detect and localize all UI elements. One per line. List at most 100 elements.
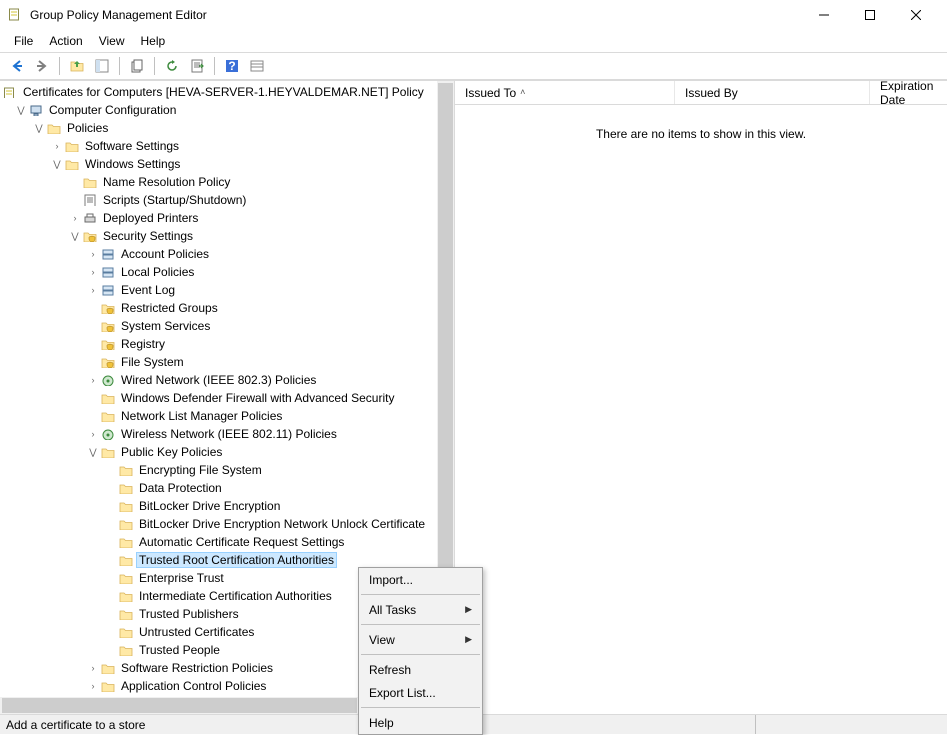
collapse-icon[interactable]: ⋁: [50, 159, 64, 170]
tree-software-settings[interactable]: › Software Settings: [0, 137, 437, 155]
shield-folder-icon: [100, 354, 116, 370]
tree-windows-settings[interactable]: ⋁ Windows Settings: [0, 155, 437, 173]
ctx-view[interactable]: View▶: [359, 628, 482, 651]
tree-file-system[interactable]: File System: [0, 353, 437, 371]
expand-icon[interactable]: ›: [86, 429, 100, 439]
tree-data-protection[interactable]: Data Protection: [0, 479, 437, 497]
expand-icon[interactable]: ›: [86, 663, 100, 673]
expand-icon[interactable]: ›: [68, 213, 82, 223]
shield-folder-icon: [100, 318, 116, 334]
tree-wireless-network[interactable]: ›Wireless Network (IEEE 802.11) Policies: [0, 425, 437, 443]
menu-help[interactable]: Help: [133, 32, 174, 50]
tree-event-log[interactable]: ›Event Log: [0, 281, 437, 299]
gpo-icon: [2, 84, 18, 100]
tree-root[interactable]: Certificates for Computers [HEVA-SERVER-…: [0, 83, 437, 101]
collapse-icon[interactable]: ⋁: [68, 231, 82, 242]
ctx-separator: [361, 624, 480, 625]
collapse-icon[interactable]: ⋁: [32, 123, 46, 134]
tree-local-policies[interactable]: ›Local Policies: [0, 263, 437, 281]
tree-account-policies[interactable]: ›Account Policies: [0, 245, 437, 263]
tree-wired-network[interactable]: ›Wired Network (IEEE 802.3) Policies: [0, 371, 437, 389]
ctx-refresh[interactable]: Refresh: [359, 658, 482, 681]
copy-button[interactable]: [126, 55, 148, 77]
tree-computer-config[interactable]: ⋁ Computer Configuration: [0, 101, 437, 119]
printer-icon: [82, 210, 98, 226]
ctx-separator: [361, 654, 480, 655]
show-hide-tree-button[interactable]: [91, 55, 113, 77]
expand-icon[interactable]: ›: [86, 249, 100, 259]
window-title: Group Policy Management Editor: [30, 8, 801, 22]
tree-scripts[interactable]: Scripts (Startup/Shutdown): [0, 191, 437, 209]
maximize-button[interactable]: [847, 0, 893, 30]
folder-icon: [100, 678, 116, 694]
titlebar: Group Policy Management Editor: [0, 0, 947, 30]
folder-icon: [118, 642, 134, 658]
network-icon: [100, 372, 116, 388]
column-headers: Issued To Issued By Expiration Date: [455, 81, 947, 105]
tree-bitlocker[interactable]: BitLocker Drive Encryption: [0, 497, 437, 515]
tree-bitlocker-unlock[interactable]: BitLocker Drive Encryption Network Unloc…: [0, 515, 437, 533]
folder-icon: [118, 570, 134, 586]
network-icon: [100, 426, 116, 442]
ctx-import[interactable]: Import...: [359, 568, 482, 591]
col-expiration-date[interactable]: Expiration Date: [870, 81, 947, 104]
server-icon: [100, 282, 116, 298]
tree-efs[interactable]: Encrypting File System: [0, 461, 437, 479]
tree-public-key-policies[interactable]: ⋁ Public Key Policies: [0, 443, 437, 461]
tree-registry[interactable]: Registry: [0, 335, 437, 353]
ctx-export-list[interactable]: Export List...: [359, 681, 482, 704]
forward-button[interactable]: [31, 55, 53, 77]
tree-firewall[interactable]: Windows Defender Firewall with Advanced …: [0, 389, 437, 407]
expand-icon[interactable]: ›: [50, 141, 64, 151]
folder-icon: [64, 156, 80, 172]
tree-auto-cert[interactable]: Automatic Certificate Request Settings: [0, 533, 437, 551]
expand-icon[interactable]: ›: [86, 267, 100, 277]
folder-icon: [100, 408, 116, 424]
up-button[interactable]: [66, 55, 88, 77]
filter-button[interactable]: [246, 55, 268, 77]
document-icon: [82, 192, 98, 208]
tree-network-list[interactable]: Network List Manager Policies: [0, 407, 437, 425]
col-issued-by[interactable]: Issued By: [675, 81, 870, 104]
tree-security-settings[interactable]: ⋁ Security Settings: [0, 227, 437, 245]
help-button[interactable]: ?: [221, 55, 243, 77]
tree-restricted-groups[interactable]: Restricted Groups: [0, 299, 437, 317]
refresh-button[interactable]: [161, 55, 183, 77]
expand-icon[interactable]: ›: [86, 285, 100, 295]
ctx-separator: [361, 707, 480, 708]
folder-icon: [118, 480, 134, 496]
expand-icon[interactable]: ›: [86, 375, 100, 385]
expand-icon[interactable]: ›: [86, 681, 100, 691]
tree-deployed-printers[interactable]: › Deployed Printers: [0, 209, 437, 227]
tree-policies[interactable]: ⋁ Policies: [0, 119, 437, 137]
menu-view[interactable]: View: [91, 32, 133, 50]
minimize-button[interactable]: [801, 0, 847, 30]
col-issued-to[interactable]: Issued To: [455, 81, 675, 104]
folder-icon: [64, 138, 80, 154]
folder-icon: [118, 534, 134, 550]
folder-icon: [118, 624, 134, 640]
folder-icon: [118, 588, 134, 604]
folder-icon: [82, 174, 98, 190]
folder-icon: [118, 606, 134, 622]
shield-folder-icon: [82, 228, 98, 244]
folder-icon: [100, 660, 116, 676]
menu-file[interactable]: File: [6, 32, 41, 50]
menu-action[interactable]: Action: [41, 32, 90, 50]
empty-list-message: There are no items to show in this view.: [455, 105, 947, 141]
ctx-help[interactable]: Help: [359, 711, 482, 734]
folder-icon: [118, 516, 134, 532]
tree-name-resolution[interactable]: Name Resolution Policy: [0, 173, 437, 191]
toolbar: ?: [0, 52, 947, 80]
close-button[interactable]: [893, 0, 939, 30]
back-button[interactable]: [6, 55, 28, 77]
export-button[interactable]: [186, 55, 208, 77]
collapse-icon[interactable]: ⋁: [86, 447, 100, 458]
computer-icon: [28, 102, 44, 118]
shield-folder-icon: [100, 336, 116, 352]
ctx-separator: [361, 594, 480, 595]
ctx-all-tasks[interactable]: All Tasks▶: [359, 598, 482, 621]
tree-system-services[interactable]: System Services: [0, 317, 437, 335]
collapse-icon[interactable]: ⋁: [14, 105, 28, 116]
folder-icon: [46, 120, 62, 136]
